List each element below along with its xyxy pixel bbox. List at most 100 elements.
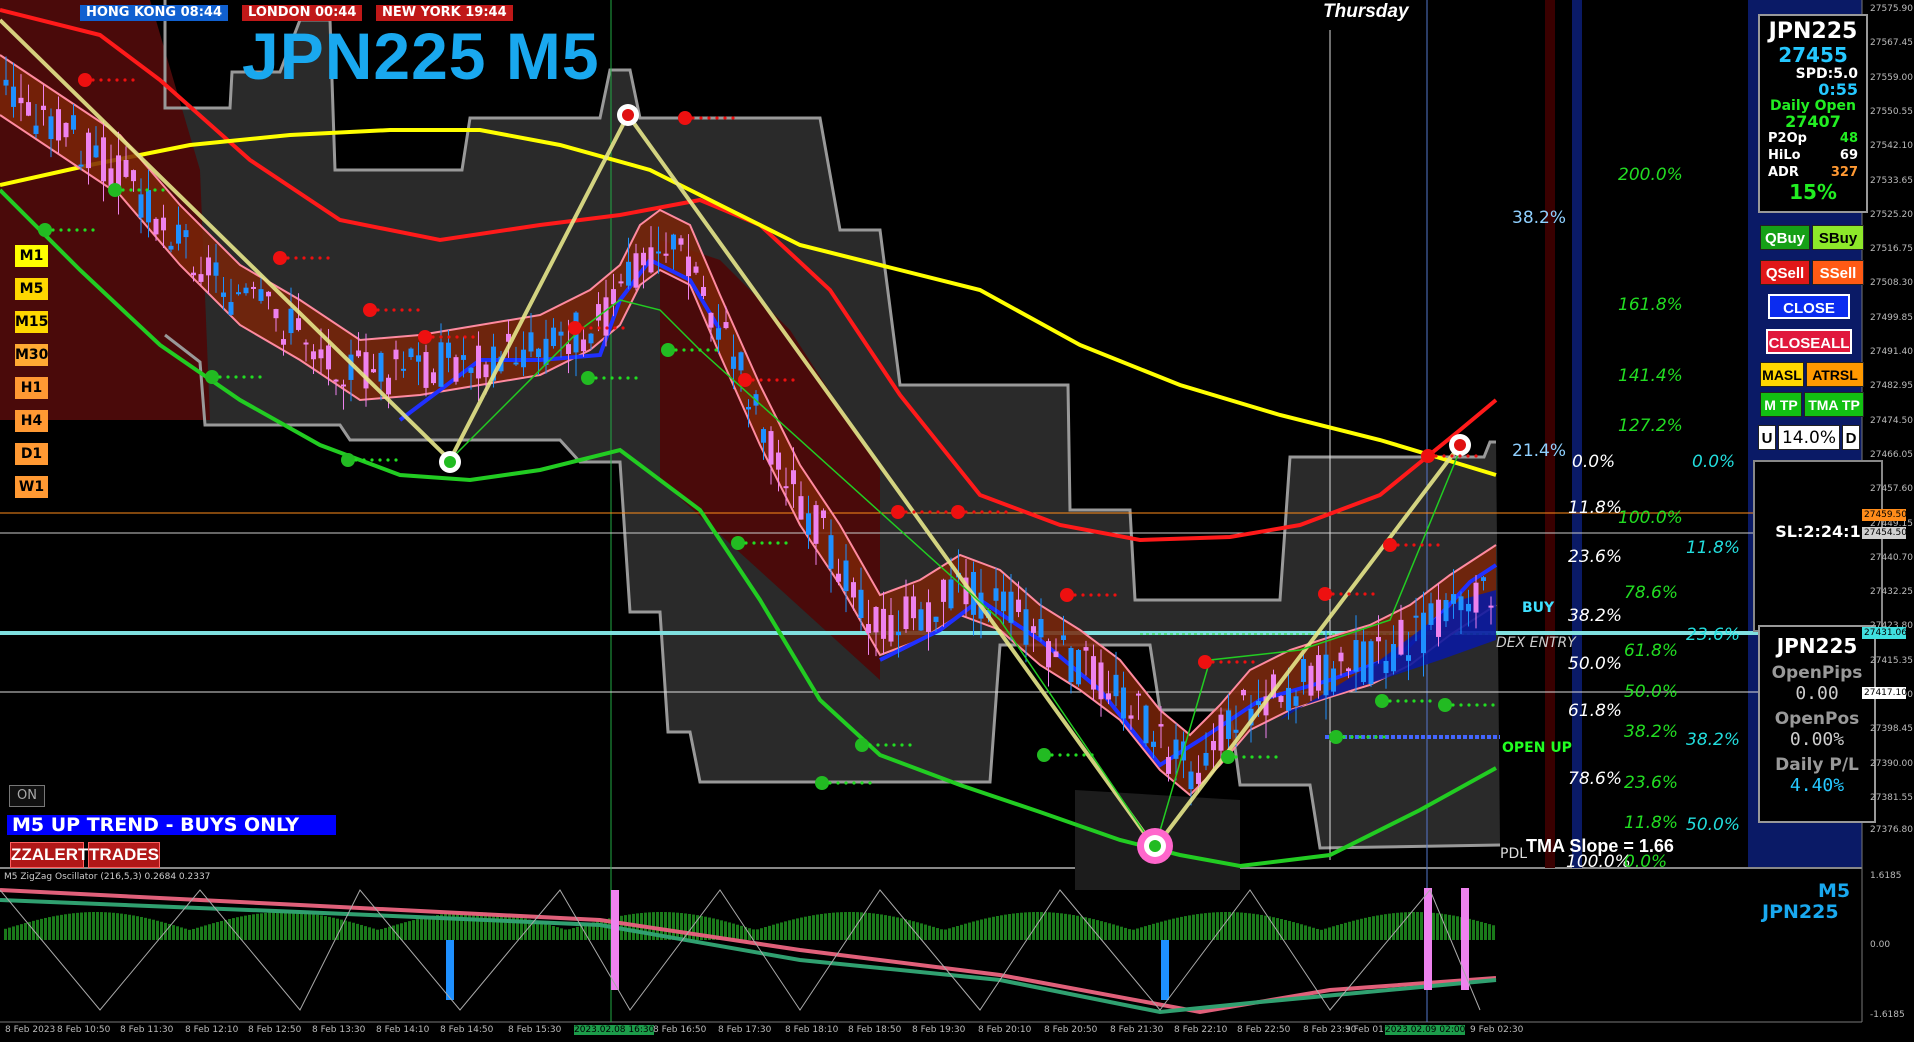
candle-body	[1241, 689, 1246, 696]
oscillator-bar	[208, 924, 211, 940]
oscillator-bar	[1100, 921, 1103, 940]
oscillator-bar	[1124, 927, 1127, 940]
closeall-button[interactable]: CLOSEALL	[1766, 329, 1852, 354]
candle-body	[708, 312, 714, 328]
oscillator-bar	[1048, 912, 1051, 940]
oscillator-bar	[1236, 912, 1239, 940]
oscillator-bar	[192, 928, 195, 940]
candle-body	[1098, 662, 1104, 700]
support-dot-trail	[242, 375, 246, 379]
oscillator-bar	[324, 916, 327, 940]
resistance-dot-trail	[613, 326, 617, 330]
oscillator-bar	[1008, 914, 1011, 940]
risk-up-button[interactable]: U	[1758, 425, 1776, 450]
candle-body	[641, 252, 646, 266]
atrsl-button[interactable]: ATRSL	[1806, 362, 1864, 387]
oscillator-bar	[920, 923, 923, 940]
support-dot-trail	[1475, 703, 1479, 707]
oscillator-bar	[372, 928, 375, 940]
sbuy-button[interactable]: SBuy	[1812, 225, 1864, 250]
timeframe-m15-button[interactable]: M15	[15, 311, 48, 333]
zzalert-button[interactable]: ZZALERT	[10, 842, 88, 868]
resistance-dot-trail	[400, 308, 404, 312]
risk-percent-field[interactable]: 14.0%	[1778, 425, 1840, 450]
support-dot	[1221, 750, 1235, 764]
mtp-button[interactable]: M TP	[1760, 392, 1802, 417]
resistance-dot-trail	[1412, 543, 1416, 547]
candle-body	[588, 333, 594, 344]
qbuy-button[interactable]: QBuy	[1760, 225, 1810, 250]
candle-body	[221, 292, 226, 297]
candle-body	[1428, 603, 1434, 625]
timeframe-w1-button[interactable]: W1	[15, 476, 48, 498]
candle-body	[363, 352, 369, 389]
info-hilo-label: HiLo	[1768, 148, 1801, 163]
candle-body	[678, 238, 684, 245]
resistance-dot-trail	[699, 116, 703, 120]
candle-body	[3, 79, 9, 86]
trades-button[interactable]: TRADES	[88, 842, 160, 868]
tmatp-button[interactable]: TMA TP	[1804, 392, 1864, 417]
oscillator-title: M5 ZigZag Oscillator (216,5,3) 0.2684 0.…	[4, 872, 211, 882]
support-dot	[581, 371, 595, 385]
oscillator-bar	[1080, 916, 1083, 940]
candle-body	[1286, 687, 1291, 711]
oscillator-bar	[1356, 919, 1359, 940]
oscillator-bar	[1360, 918, 1363, 940]
candle-body	[146, 190, 151, 223]
oscillator-bar	[72, 913, 75, 940]
oscillator-bar	[976, 920, 979, 940]
close-button[interactable]: CLOSE	[1768, 294, 1850, 319]
oscillator-bar	[884, 915, 887, 940]
oscillator-bar	[1160, 921, 1163, 940]
timeframe-m1-button[interactable]: M1	[15, 245, 48, 267]
oscillator-bar	[388, 926, 391, 940]
qsell-button[interactable]: QSell	[1760, 260, 1810, 285]
support-dot-trail	[892, 743, 896, 747]
time-axis-tick: 8 Feb 21:30	[1110, 1025, 1164, 1035]
candle-body	[446, 342, 451, 358]
oscillator-bar	[1352, 920, 1355, 940]
candle-body	[693, 266, 699, 273]
candle-body	[716, 328, 721, 340]
resistance-dot-trail	[115, 78, 119, 82]
oscillator-bar	[1308, 926, 1311, 940]
support-dot	[1329, 730, 1343, 744]
oscillator-bar	[740, 925, 743, 940]
timeframe-h4-button[interactable]: H4	[15, 410, 48, 432]
support-dot-trail	[51, 228, 55, 232]
oscillator-bar	[300, 912, 303, 940]
candle-body	[1046, 641, 1051, 668]
candle-body	[543, 338, 549, 365]
timeframe-m30-button[interactable]: M30	[15, 344, 48, 366]
resistance-dot-trail	[1434, 454, 1438, 458]
oscillator-bar	[456, 912, 459, 940]
ssell-button[interactable]: SSell	[1812, 260, 1864, 285]
timeframe-h1-button[interactable]: H1	[15, 377, 48, 399]
support-dot-trail	[682, 348, 686, 352]
oscillator-bar	[332, 917, 335, 940]
oscillator-bar	[1232, 912, 1235, 940]
support-dot-trail	[1066, 753, 1070, 757]
oscillator-bar	[1064, 913, 1067, 940]
oscillator-bar	[416, 919, 419, 940]
timeframe-m5-button[interactable]: M5	[15, 278, 48, 300]
candle-body	[476, 345, 481, 379]
oscillator-bar	[1412, 912, 1415, 940]
oscillator-bar	[24, 922, 27, 940]
time-axis-tick: 8 Feb 14:50	[440, 1025, 494, 1035]
support-dot-trail	[1412, 699, 1416, 703]
support-dot-trail	[137, 188, 141, 192]
candle-body	[333, 379, 339, 382]
candle-body	[153, 218, 159, 235]
masl-button[interactable]: MASL	[1760, 362, 1804, 387]
resistance-dot-trail	[384, 308, 388, 312]
risk-down-button[interactable]: D	[1842, 425, 1860, 450]
candle-body	[1301, 659, 1306, 682]
timeframe-d1-button[interactable]: D1	[15, 443, 48, 465]
indicator-on-toggle[interactable]: ON	[9, 785, 45, 807]
oscillator-bar	[316, 914, 319, 940]
resistance-dot-trail	[1355, 592, 1359, 596]
oscillator-bar	[1180, 916, 1183, 940]
oscillator-bar	[104, 912, 107, 940]
